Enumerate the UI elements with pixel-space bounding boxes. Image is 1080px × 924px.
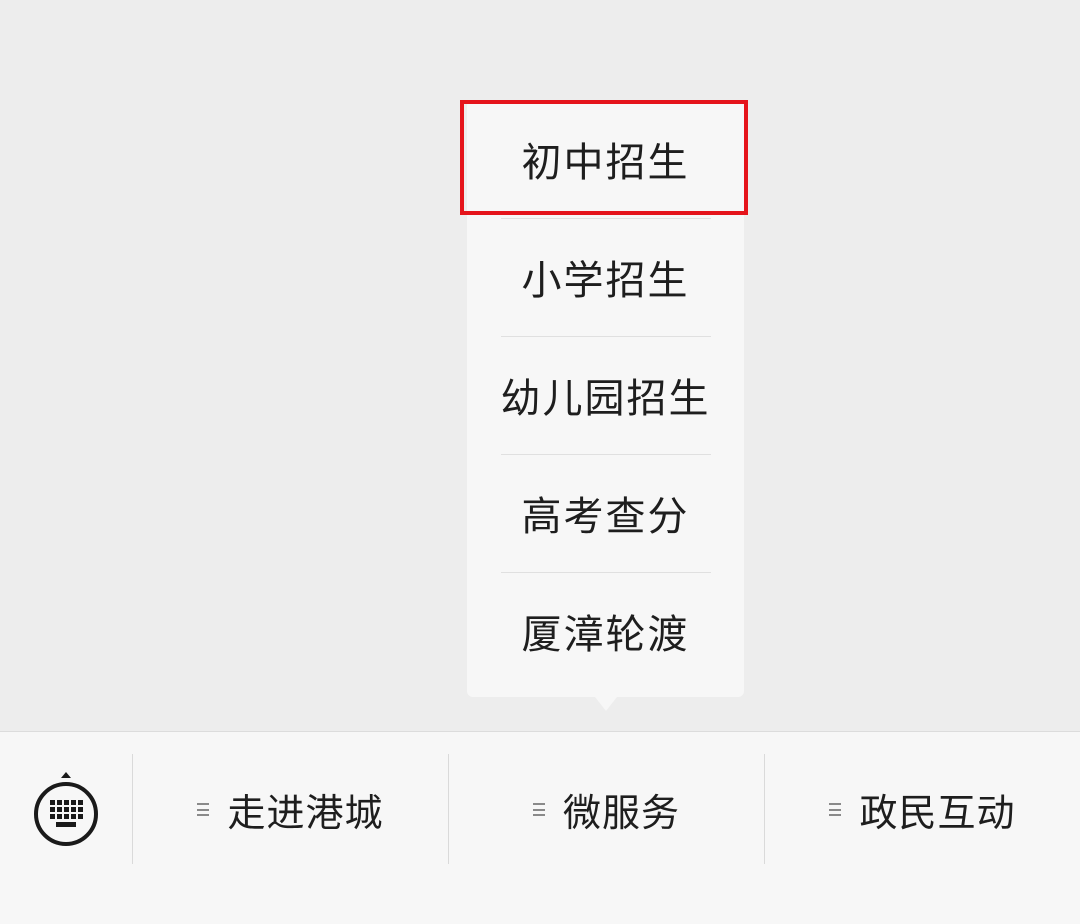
menu-lines-icon xyxy=(532,803,545,816)
submenu-item-label: 小学招生 xyxy=(521,258,690,304)
keyboard-toggle-button[interactable] xyxy=(0,732,132,892)
menu-tab-label: 走进港城 xyxy=(227,791,384,835)
submenu-item-gaokao-score[interactable]: 高考查分 xyxy=(467,454,744,572)
menu-lines-icon xyxy=(829,803,842,816)
menu-tab-enter-port-city[interactable]: 走进港城 xyxy=(133,732,448,887)
menu-tab-government-interaction[interactable]: 政民互动 xyxy=(765,732,1080,887)
popup-pointer-arrow xyxy=(595,697,617,711)
submenu-item-label: 高考查分 xyxy=(521,494,690,540)
submenu-item-label: 厦漳轮渡 xyxy=(521,612,690,658)
menu-tab-micro-services[interactable]: 微服务 xyxy=(449,732,764,887)
bottom-menu-bar: 走进港城 微服务 政民互动 xyxy=(0,731,1080,924)
submenu-popup: 初中招生 小学招生 幼儿园招生 高考查分 厦漳轮渡 xyxy=(467,100,744,711)
submenu-item-kindergarten-enrollment[interactable]: 幼儿园招生 xyxy=(467,336,744,454)
menu-tab-label: 微服务 xyxy=(562,791,680,835)
submenu-item-label: 幼儿园招生 xyxy=(500,376,711,422)
submenu-item-xiamen-zhangzhou-ferry[interactable]: 厦漳轮渡 xyxy=(467,572,744,690)
keyboard-icon xyxy=(34,772,98,846)
menu-tab-label: 政民互动 xyxy=(859,791,1016,835)
submenu-item-junior-high-enrollment[interactable]: 初中招生 xyxy=(467,100,744,218)
submenu-item-primary-enrollment[interactable]: 小学招生 xyxy=(467,218,744,336)
submenu-item-label: 初中招生 xyxy=(521,140,690,186)
menu-lines-icon xyxy=(197,803,210,816)
